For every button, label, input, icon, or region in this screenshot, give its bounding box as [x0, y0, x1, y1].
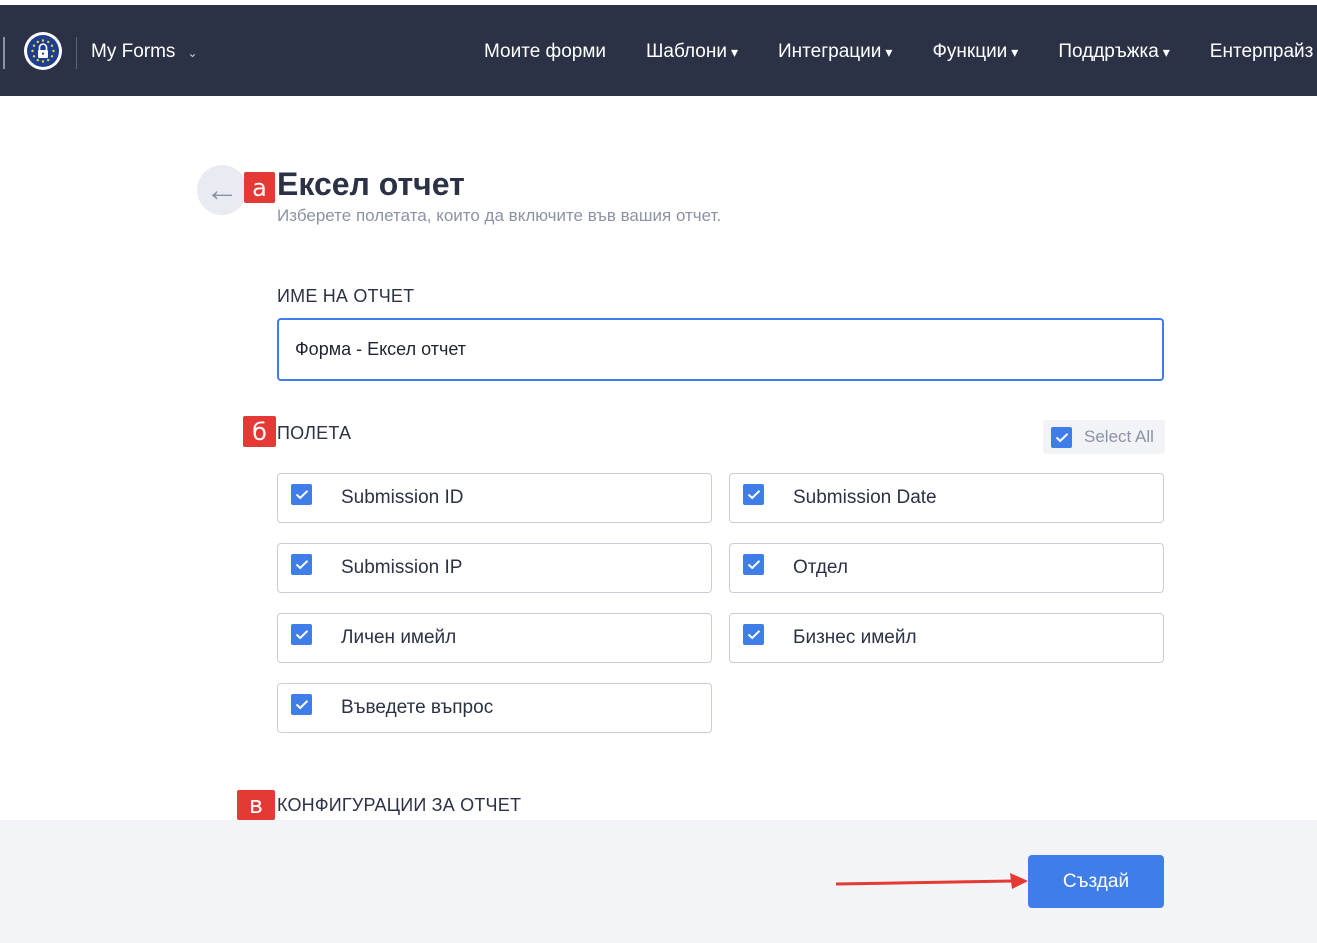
- annotation-arrow-icon: [835, 873, 1028, 889]
- report-name-label: ИМЕ НА ОТЧЕТ: [277, 286, 415, 306]
- checkbox-checked-icon: [743, 623, 764, 645]
- nav-edge-divider: [3, 37, 5, 69]
- nav-item-support[interactable]: Поддръжка ▾: [1058, 41, 1169, 63]
- main-nav-menu: Моите форми Шаблони ▾ Интеграции ▾ Функции…: [484, 41, 1317, 63]
- field-option-label: Submission Date: [793, 487, 937, 508]
- annotation-marker-c: в: [237, 790, 275, 820]
- checkbox-checked-icon: [291, 693, 312, 715]
- my-forms-dropdown[interactable]: My Forms ⌄: [91, 41, 198, 63]
- annotation-marker-b: б: [243, 416, 276, 447]
- page-title: Ексел отчет: [277, 166, 465, 202]
- checkbox-checked-icon: [291, 623, 312, 645]
- caret-down-icon: ▾: [730, 44, 739, 60]
- back-arrow-icon[interactable]: ←: [197, 165, 247, 215]
- nav-item-templates[interactable]: Шаблони ▾: [646, 41, 738, 63]
- checkbox-checked-icon: [743, 553, 764, 575]
- field-option-label: Личен имейл: [341, 627, 457, 648]
- nav-divider: [76, 37, 77, 69]
- nav-item-features[interactable]: Функции ▾: [932, 41, 1018, 63]
- checkbox-checked-icon: [291, 483, 312, 505]
- field-option-submission-id[interactable]: Submission ID: [277, 473, 712, 523]
- annotation-marker-a: а: [244, 172, 275, 203]
- create-button[interactable]: Създай: [1028, 855, 1164, 908]
- field-option-label: Бизнес имейл: [793, 627, 917, 648]
- caret-down-icon: ▾: [1162, 44, 1170, 60]
- field-option-submission-date[interactable]: Submission Date: [729, 473, 1164, 523]
- report-config-label: КОНФИГУРАЦИИ ЗА ОТЧЕТ: [277, 795, 522, 815]
- field-option-business-email[interactable]: Бизнес имейл: [729, 613, 1164, 663]
- nav-item-integrations[interactable]: Интеграции ▾: [778, 41, 892, 63]
- checkbox-checked-icon: [291, 553, 312, 575]
- select-all-label: Select All: [1084, 427, 1154, 446]
- field-option-label: Submission ID: [341, 487, 464, 508]
- select-all-checkbox[interactable]: Select All: [1043, 420, 1165, 454]
- field-option-submission-ip[interactable]: Submission IP: [277, 543, 712, 593]
- fields-section-label: ПОЛЕТА: [277, 423, 352, 443]
- top-navbar: My Forms ⌄ Моите форми Шаблони ▾ Интеграц…: [0, 5, 1317, 96]
- chevron-down-icon: ⌄: [187, 46, 198, 60]
- checkbox-checked-icon: [1051, 426, 1072, 448]
- field-option-label: Отдел: [793, 557, 848, 578]
- page-subtitle: Изберете полетата, които да включите във…: [277, 206, 722, 225]
- field-option-label: Submission IP: [341, 557, 463, 578]
- nav-item-my-forms[interactable]: Моите форми: [484, 41, 606, 63]
- field-option-department[interactable]: Отдел: [729, 543, 1164, 593]
- caret-down-icon: ▾: [1011, 44, 1019, 60]
- nav-item-enterprise[interactable]: Ентерпрайз: [1210, 41, 1314, 63]
- field-option-label: Въведете въпрос: [341, 697, 494, 718]
- field-option-personal-email[interactable]: Личен имейл: [277, 613, 712, 663]
- field-option-enter-question[interactable]: Въведете въпрос: [277, 683, 712, 733]
- caret-down-icon: ▾: [885, 44, 893, 60]
- report-name-input[interactable]: [277, 318, 1164, 381]
- eu-lock-logo-icon[interactable]: [24, 32, 62, 70]
- my-forms-label: My Forms: [91, 41, 176, 62]
- checkbox-checked-icon: [743, 483, 764, 505]
